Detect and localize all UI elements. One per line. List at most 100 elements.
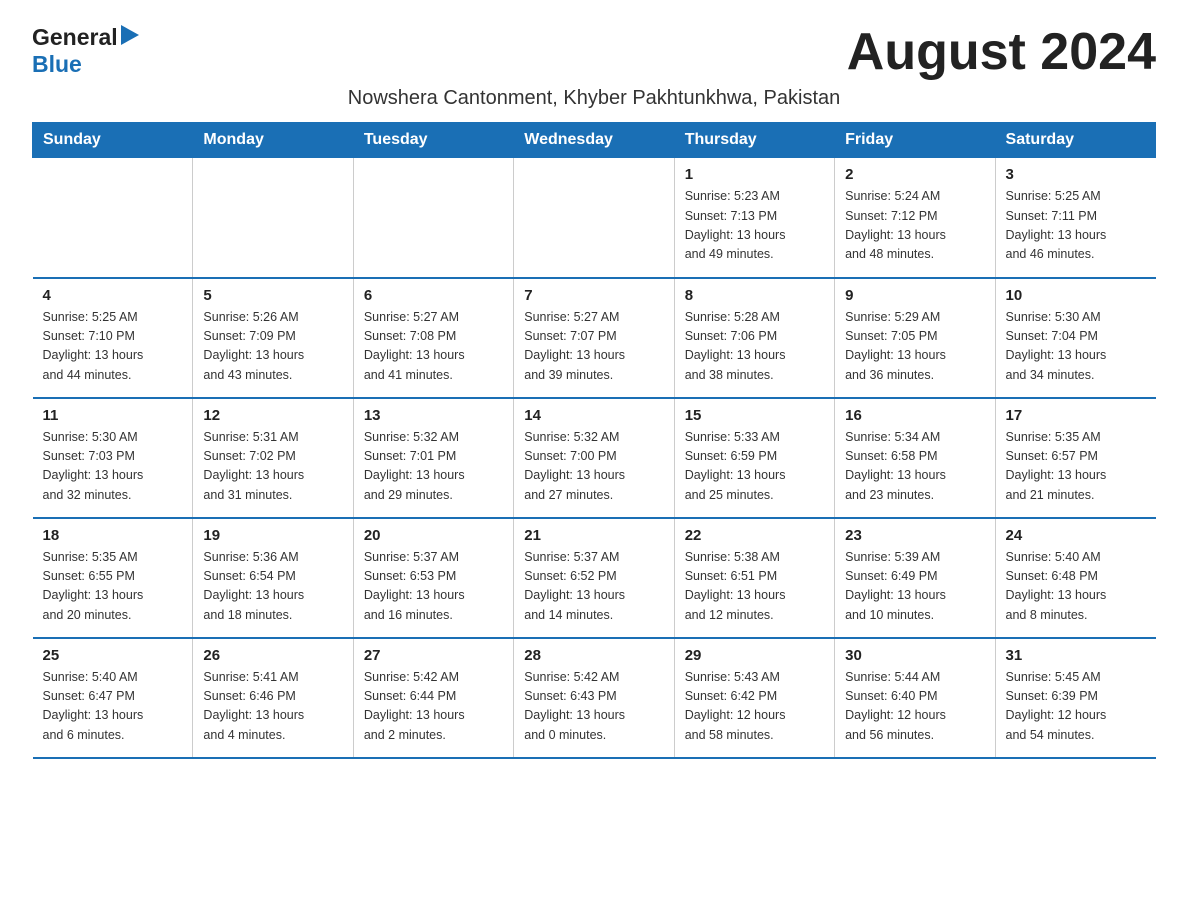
calendar-cell: 21 Sunrise: 5:37 AM Sunset: 6:52 PM Dayli… xyxy=(514,518,674,638)
calendar-cell: 16 Sunrise: 5:34 AM Sunset: 6:58 PM Dayli… xyxy=(835,398,995,518)
day-info: Sunrise: 5:36 AM Sunset: 6:54 PM Dayligh… xyxy=(203,548,342,626)
day-info: Sunrise: 5:33 AM Sunset: 6:59 PM Dayligh… xyxy=(685,428,824,506)
day-info: Sunrise: 5:32 AM Sunset: 7:01 PM Dayligh… xyxy=(364,428,503,506)
calendar-cell: 30Sunrise: 5:44 AM Sunset: 6:40 PM Dayli… xyxy=(835,638,995,758)
calendar-cell xyxy=(353,158,513,278)
day-number: 1 xyxy=(685,166,824,183)
day-info: Sunrise: 5:45 AM Sunset: 6:39 PM Dayligh… xyxy=(1006,668,1146,746)
logo-general-text: General xyxy=(32,24,118,51)
day-info: Sunrise: 5:37 AM Sunset: 6:53 PM Dayligh… xyxy=(364,548,503,626)
day-number: 30 xyxy=(845,647,984,664)
calendar-cell: 14 Sunrise: 5:32 AM Sunset: 7:00 PM Dayli… xyxy=(514,398,674,518)
calendar-cell: 4Sunrise: 5:25 AM Sunset: 7:10 PM Daylig… xyxy=(33,278,193,398)
day-number: 21 xyxy=(524,527,663,544)
header-day-friday: Friday xyxy=(835,123,995,158)
day-info: Sunrise: 5:23 AM Sunset: 7:13 PM Dayligh… xyxy=(685,187,824,265)
header-day-thursday: Thursday xyxy=(674,123,834,158)
calendar-cell xyxy=(514,158,674,278)
calendar-week-row: 18Sunrise: 5:35 AM Sunset: 6:55 PM Dayli… xyxy=(33,518,1156,638)
day-info: Sunrise: 5:42 AM Sunset: 6:44 PM Dayligh… xyxy=(364,668,503,746)
day-info: Sunrise: 5:35 AM Sunset: 6:57 PM Dayligh… xyxy=(1006,428,1146,506)
day-number: 24 xyxy=(1006,527,1146,544)
calendar-cell: 7 Sunrise: 5:27 AM Sunset: 7:07 PM Daylig… xyxy=(514,278,674,398)
day-info: Sunrise: 5:42 AM Sunset: 6:43 PM Dayligh… xyxy=(524,668,663,746)
day-number: 9 xyxy=(845,287,984,304)
day-number: 11 xyxy=(43,407,183,424)
calendar-cell: 8 Sunrise: 5:28 AM Sunset: 7:06 PM Daylig… xyxy=(674,278,834,398)
calendar-cell: 2Sunrise: 5:24 AM Sunset: 7:12 PM Daylig… xyxy=(835,158,995,278)
day-number: 26 xyxy=(203,647,342,664)
calendar-cell: 31Sunrise: 5:45 AM Sunset: 6:39 PM Dayli… xyxy=(995,638,1155,758)
day-number: 7 xyxy=(524,287,663,304)
day-number: 27 xyxy=(364,647,503,664)
day-info: Sunrise: 5:25 AM Sunset: 7:10 PM Dayligh… xyxy=(43,308,183,386)
calendar-cell: 23Sunrise: 5:39 AM Sunset: 6:49 PM Dayli… xyxy=(835,518,995,638)
calendar-cell: 6 Sunrise: 5:27 AM Sunset: 7:08 PM Daylig… xyxy=(353,278,513,398)
day-info: Sunrise: 5:27 AM Sunset: 7:07 PM Dayligh… xyxy=(524,308,663,386)
calendar-cell: 26 Sunrise: 5:41 AM Sunset: 6:46 PM Dayli… xyxy=(193,638,353,758)
calendar-cell: 15 Sunrise: 5:33 AM Sunset: 6:59 PM Dayli… xyxy=(674,398,834,518)
calendar-week-row: 25 Sunrise: 5:40 AM Sunset: 6:47 PM Dayli… xyxy=(33,638,1156,758)
calendar-cell: 11Sunrise: 5:30 AM Sunset: 7:03 PM Dayli… xyxy=(33,398,193,518)
header-day-saturday: Saturday xyxy=(995,123,1155,158)
day-info: Sunrise: 5:29 AM Sunset: 7:05 PM Dayligh… xyxy=(845,308,984,386)
calendar-cell: 9 Sunrise: 5:29 AM Sunset: 7:05 PM Daylig… xyxy=(835,278,995,398)
day-info: Sunrise: 5:25 AM Sunset: 7:11 PM Dayligh… xyxy=(1006,187,1146,265)
logo-blue-text: Blue xyxy=(32,51,82,78)
day-number: 16 xyxy=(845,407,984,424)
day-info: Sunrise: 5:24 AM Sunset: 7:12 PM Dayligh… xyxy=(845,187,984,265)
day-info: Sunrise: 5:27 AM Sunset: 7:08 PM Dayligh… xyxy=(364,308,503,386)
day-number: 6 xyxy=(364,287,503,304)
calendar-cell: 18Sunrise: 5:35 AM Sunset: 6:55 PM Dayli… xyxy=(33,518,193,638)
day-number: 13 xyxy=(364,407,503,424)
day-number: 3 xyxy=(1006,166,1146,183)
calendar-cell: 13 Sunrise: 5:32 AM Sunset: 7:01 PM Dayli… xyxy=(353,398,513,518)
day-info: Sunrise: 5:28 AM Sunset: 7:06 PM Dayligh… xyxy=(685,308,824,386)
day-number: 5 xyxy=(203,287,342,304)
day-number: 25 xyxy=(43,647,183,664)
day-number: 14 xyxy=(524,407,663,424)
day-number: 19 xyxy=(203,527,342,544)
day-info: Sunrise: 5:43 AM Sunset: 6:42 PM Dayligh… xyxy=(685,668,824,746)
calendar-week-row: 4Sunrise: 5:25 AM Sunset: 7:10 PM Daylig… xyxy=(33,278,1156,398)
day-info: Sunrise: 5:38 AM Sunset: 6:51 PM Dayligh… xyxy=(685,548,824,626)
header-day-tuesday: Tuesday xyxy=(353,123,513,158)
day-number: 15 xyxy=(685,407,824,424)
logo: General Blue xyxy=(32,24,139,78)
calendar-cell: 25 Sunrise: 5:40 AM Sunset: 6:47 PM Dayli… xyxy=(33,638,193,758)
calendar-cell: 24Sunrise: 5:40 AM Sunset: 6:48 PM Dayli… xyxy=(995,518,1155,638)
calendar-cell: 10Sunrise: 5:30 AM Sunset: 7:04 PM Dayli… xyxy=(995,278,1155,398)
day-number: 20 xyxy=(364,527,503,544)
calendar-week-row: 11Sunrise: 5:30 AM Sunset: 7:03 PM Dayli… xyxy=(33,398,1156,518)
day-info: Sunrise: 5:37 AM Sunset: 6:52 PM Dayligh… xyxy=(524,548,663,626)
day-number: 22 xyxy=(685,527,824,544)
day-number: 29 xyxy=(685,647,824,664)
calendar-cell: 19 Sunrise: 5:36 AM Sunset: 6:54 PM Dayli… xyxy=(193,518,353,638)
header: General Blue August 2024 xyxy=(32,24,1156,81)
day-info: Sunrise: 5:34 AM Sunset: 6:58 PM Dayligh… xyxy=(845,428,984,506)
day-info: Sunrise: 5:40 AM Sunset: 6:47 PM Dayligh… xyxy=(43,668,183,746)
day-info: Sunrise: 5:41 AM Sunset: 6:46 PM Dayligh… xyxy=(203,668,342,746)
calendar-table: SundayMondayTuesdayWednesdayThursdayFrid… xyxy=(32,122,1156,759)
subtitle: Nowshera Cantonment, Khyber Pakhtunkhwa,… xyxy=(32,87,1156,110)
calendar-cell: 20 Sunrise: 5:37 AM Sunset: 6:53 PM Dayli… xyxy=(353,518,513,638)
day-info: Sunrise: 5:32 AM Sunset: 7:00 PM Dayligh… xyxy=(524,428,663,506)
calendar-header-row: SundayMondayTuesdayWednesdayThursdayFrid… xyxy=(33,123,1156,158)
day-info: Sunrise: 5:39 AM Sunset: 6:49 PM Dayligh… xyxy=(845,548,984,626)
day-number: 28 xyxy=(524,647,663,664)
calendar-week-row: 1 Sunrise: 5:23 AM Sunset: 7:13 PM Daylig… xyxy=(33,158,1156,278)
calendar-cell: 27 Sunrise: 5:42 AM Sunset: 6:44 PM Dayli… xyxy=(353,638,513,758)
calendar-cell xyxy=(193,158,353,278)
day-info: Sunrise: 5:31 AM Sunset: 7:02 PM Dayligh… xyxy=(203,428,342,506)
calendar-cell: 17Sunrise: 5:35 AM Sunset: 6:57 PM Dayli… xyxy=(995,398,1155,518)
day-number: 10 xyxy=(1006,287,1146,304)
calendar-cell: 28 Sunrise: 5:42 AM Sunset: 6:43 PM Dayli… xyxy=(514,638,674,758)
calendar-cell: 22 Sunrise: 5:38 AM Sunset: 6:51 PM Dayli… xyxy=(674,518,834,638)
month-title: August 2024 xyxy=(847,24,1156,81)
day-number: 18 xyxy=(43,527,183,544)
calendar-cell: 1 Sunrise: 5:23 AM Sunset: 7:13 PM Daylig… xyxy=(674,158,834,278)
header-day-monday: Monday xyxy=(193,123,353,158)
header-day-sunday: Sunday xyxy=(33,123,193,158)
day-number: 8 xyxy=(685,287,824,304)
calendar-cell: 12Sunrise: 5:31 AM Sunset: 7:02 PM Dayli… xyxy=(193,398,353,518)
